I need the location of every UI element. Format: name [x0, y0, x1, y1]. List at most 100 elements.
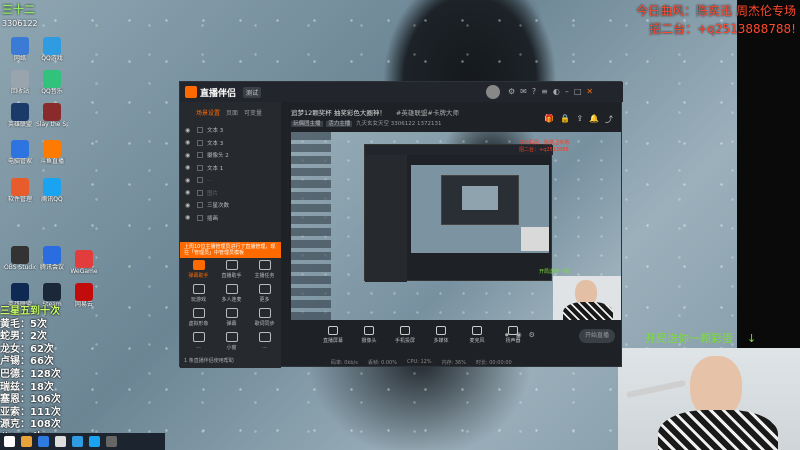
scene-row[interactable]: ◉ 摄像头 2 — [180, 149, 281, 162]
settings-icon[interactable]: ⚙ — [508, 87, 515, 97]
tool-button[interactable]: 歌词同步 — [248, 308, 281, 327]
scene-row[interactable]: ◉... — [180, 174, 281, 187]
room-tag[interactable]: #英雄联盟#卡牌大师 — [396, 109, 459, 117]
scene-row[interactable]: ◉ 文本 1 — [180, 162, 281, 175]
tool-button[interactable]: 更多 — [248, 284, 281, 303]
lock-icon[interactable] — [197, 152, 203, 159]
share-icon[interactable]: ⇪ — [576, 114, 583, 125]
desktop-icon[interactable]: QQ游戏 — [36, 37, 68, 62]
desktop-icon[interactable]: Slay the Spire — [36, 103, 68, 128]
scene-row[interactable]: ◉ 文本 3 — [180, 137, 281, 150]
user-avatar[interactable] — [486, 85, 500, 99]
source-control-button[interactable]: 麦克风 — [463, 324, 491, 352]
scene-row[interactable]: ◉ 文本 3 — [180, 124, 281, 137]
tool-button[interactable]: ... — [248, 332, 281, 350]
source-control-button[interactable]: 多媒体 — [427, 324, 455, 352]
source-control-button[interactable]: 摄像头 — [355, 324, 383, 352]
desktop-icon-label: 斗鱼直播 — [39, 158, 64, 165]
overlay-contact: 招二台：+q2513888788! — [649, 22, 796, 36]
desktop-icon[interactable]: 腾讯会议 — [36, 246, 68, 271]
eye-icon[interactable]: ◉ — [185, 214, 193, 221]
eye-icon[interactable]: ◉ — [185, 189, 193, 196]
minimize-icon[interactable]: – — [565, 87, 569, 97]
version-badge[interactable]: 测试 — [243, 87, 262, 98]
taskbar-app-icon[interactable] — [38, 436, 49, 447]
tab-pages[interactable]: 页面 — [226, 108, 238, 120]
desktop-icon[interactable]: OBS Studio — [4, 246, 36, 271]
tool-button[interactable]: ... — [182, 332, 215, 350]
source-control-button[interactable]: 直播屏幕 — [319, 324, 347, 352]
promo-banner[interactable]: 上周10位主播管理员进行了直播管理，现在「管理员」中管理员模板 — [180, 242, 281, 258]
desktop-icon[interactable]: 电脑管家 — [4, 140, 36, 165]
desktop-icon[interactable]: 软件管理 — [4, 178, 36, 203]
help-footer[interactable]: 1 条直播伴侣使用帮助 — [184, 357, 234, 364]
skin-icon[interactable]: ◐ — [553, 87, 560, 97]
desktop-icon[interactable]: 回收站 — [4, 70, 36, 95]
tool-button[interactable]: 直播助手 — [215, 260, 248, 279]
desktop-icon[interactable]: 网易云 — [68, 283, 100, 308]
eye-icon[interactable]: ◉ — [185, 127, 193, 134]
tool-button[interactable]: 虚拟形象 — [182, 308, 215, 327]
lock-icon[interactable] — [197, 214, 203, 221]
desktop-icon[interactable]: QQ音乐 — [36, 70, 68, 95]
lock-icon[interactable] — [197, 139, 203, 146]
source-control-button[interactable]: 手机投屏 — [391, 324, 419, 352]
start-live-button[interactable]: 开始直播 — [579, 329, 615, 343]
lock-icon[interactable] — [197, 177, 203, 184]
preview-canvas[interactable]: 今日曲风：陈奕迅专场 招二台：+q2513888 开局送你一颗 — [291, 132, 621, 320]
lock-icon[interactable] — [197, 189, 203, 196]
lock-icon[interactable] — [197, 127, 203, 134]
tool-button[interactable]: 玩游戏 — [182, 284, 215, 303]
desktop-icon[interactable]: 腾讯QQ — [36, 178, 68, 203]
eye-icon[interactable]: ◉ — [185, 164, 193, 171]
menu-icon[interactable]: ≡ — [541, 87, 548, 97]
nested-webcam — [521, 227, 549, 251]
taskbar-app-icon[interactable] — [106, 436, 117, 447]
record-icon[interactable]: ⏺ — [505, 331, 509, 340]
eye-icon[interactable]: ◉ — [185, 152, 193, 159]
lock-icon[interactable]: 🔒 — [560, 114, 570, 125]
taskbar-app-icon[interactable] — [55, 436, 66, 447]
tab-scene-settings[interactable]: 场景设置 — [196, 108, 220, 120]
scene-row[interactable]: ◉ 插画 — [180, 212, 281, 225]
tool-button[interactable]: 主播任务 — [248, 260, 281, 279]
desktop-icon[interactable]: WeGame — [68, 250, 100, 275]
tool-button[interactable]: 弹幕助手 — [182, 260, 215, 279]
lock-icon[interactable] — [197, 164, 203, 171]
status-item: 内存: 36% — [441, 359, 466, 366]
eye-icon[interactable]: ◉ — [185, 139, 193, 146]
desktop-icon[interactable]: 英雄联盟 — [4, 103, 36, 128]
tool-button[interactable]: 多人连麦 — [215, 284, 248, 303]
taskbar-app-icon[interactable] — [72, 436, 83, 447]
desktop-icon[interactable]: Steam — [36, 283, 68, 308]
lock-icon[interactable] — [197, 202, 203, 209]
eye-icon[interactable]: ◉ — [516, 331, 522, 340]
tab-variables[interactable]: 可变量 — [244, 108, 262, 120]
desktop-icon[interactable]: 网络 — [4, 37, 36, 62]
taskbar-app-icon[interactable] — [4, 436, 15, 447]
eye-icon[interactable]: ◉ — [185, 177, 193, 184]
desktop-icon-label: OBS Studio — [4, 264, 36, 271]
gift-icon[interactable]: 🎁 — [544, 114, 554, 125]
bell-icon[interactable]: 🔔 — [589, 114, 599, 125]
scene-row[interactable]: ◉ 三星次数 — [180, 199, 281, 212]
desktop-icon[interactable]: 斗鱼直播 — [36, 140, 68, 165]
rank-item: 黄毛：5次 — [0, 318, 47, 330]
eye-icon[interactable]: ◉ — [185, 202, 193, 209]
preview-red-text: 今日曲风：陈奕迅专场 招二台：+q2513888 — [519, 140, 569, 154]
link-icon[interactable]: ⤴ — [605, 114, 613, 125]
scene-row[interactable]: ◉ 图片 — [180, 187, 281, 200]
message-icon[interactable]: ✉ — [520, 87, 527, 97]
scene-list: ◉ 文本 3 ◉ 文本 3 ◉ 摄像头 2 ◉ 文本 1 ◉... ◉ 图片 ◉ 三星次数 ◉ 插画 — [180, 124, 281, 224]
taskbar-app-icon[interactable] — [89, 436, 100, 447]
room-title[interactable]: 追梦12颗奖杯 抽奖彩色大圈神！ — [291, 109, 386, 117]
help-icon[interactable]: ? — [532, 87, 536, 97]
tool-button[interactable]: 弹幕 — [215, 308, 248, 327]
maximize-icon[interactable]: □ — [574, 87, 582, 97]
tool-button[interactable]: 小窗 — [215, 332, 248, 351]
close-icon[interactable]: ✕ — [586, 87, 593, 97]
desktop-icon[interactable]: 英雄联盟 — [4, 283, 36, 308]
app-icon — [11, 103, 29, 121]
gear-icon[interactable]: ⚙ — [529, 331, 535, 340]
taskbar-app-icon[interactable] — [21, 436, 32, 447]
